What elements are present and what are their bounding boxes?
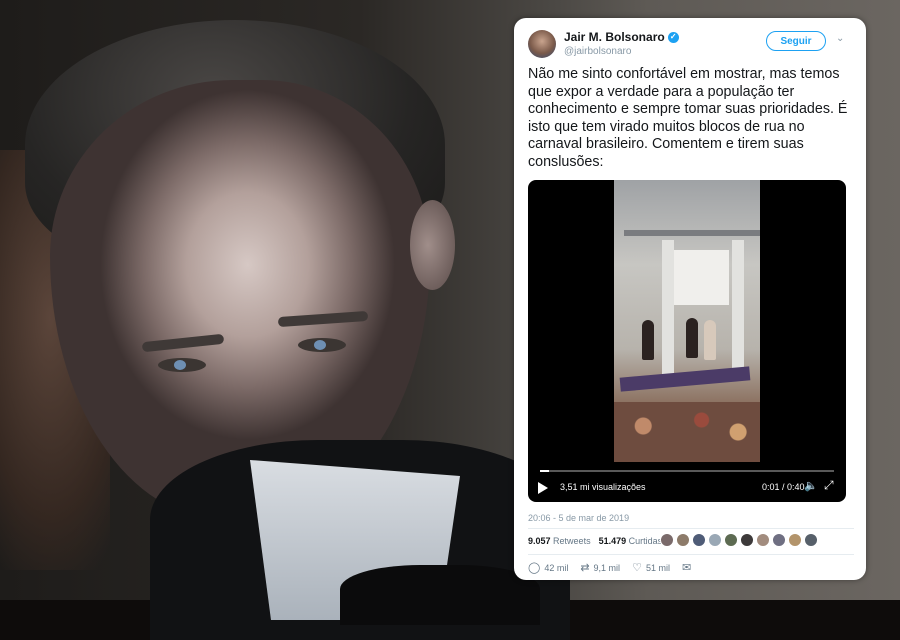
liker-avatar[interactable] xyxy=(804,533,818,547)
microphone xyxy=(340,565,540,625)
video-scene-float xyxy=(619,366,751,392)
video-scene-figure xyxy=(686,318,698,358)
likes-stat[interactable]: 51.479 Curtidas xyxy=(599,536,663,546)
video-player[interactable]: 3,51 mi visualizações 0:01 / 0:40 🔈 ⤢ xyxy=(528,180,846,502)
video-scene-window xyxy=(674,250,729,305)
chevron-down-icon[interactable]: ⌄ xyxy=(836,33,844,44)
video-scene-figure xyxy=(704,320,716,360)
author-name-row: Jair M. Bolsonaro ✓ xyxy=(564,30,679,44)
retweet-action[interactable]: ⇄ 9,1 mil xyxy=(580,561,620,574)
video-scene-crowd xyxy=(614,402,760,462)
liker-avatar[interactable] xyxy=(708,533,722,547)
divider xyxy=(528,554,854,555)
reply-count: 42 mil xyxy=(544,562,569,573)
play-icon[interactable] xyxy=(538,482,548,494)
liker-avatar[interactable] xyxy=(740,533,754,547)
likes-label: Curtidas xyxy=(628,536,663,546)
video-progress-bar[interactable] xyxy=(540,470,834,472)
liker-avatars xyxy=(660,533,818,547)
like-action[interactable]: ♡ 51 mil xyxy=(632,561,670,574)
retweets-stat[interactable]: 9.057 Retweets xyxy=(528,536,591,546)
fullscreen-icon[interactable]: ⤢ xyxy=(824,478,834,493)
liker-avatar[interactable] xyxy=(660,533,674,547)
retweet-icon: ⇄ xyxy=(580,562,590,574)
tweet-text: Não me sinto confortável em mostrar, mas… xyxy=(528,66,848,170)
portrait-brow-left xyxy=(141,333,225,353)
reply-icon: ◯ xyxy=(528,562,541,574)
video-scene-balcony xyxy=(624,230,760,236)
liker-avatar[interactable] xyxy=(772,533,786,547)
portrait-ear xyxy=(410,200,455,290)
liker-avatar[interactable] xyxy=(676,533,690,547)
retweet-count: 9,1 mil xyxy=(593,562,621,573)
author-name[interactable]: Jair M. Bolsonaro xyxy=(564,30,665,44)
avatar[interactable] xyxy=(528,30,556,58)
liker-avatar[interactable] xyxy=(724,533,738,547)
follow-button[interactable]: Seguir xyxy=(766,31,826,51)
reply-action[interactable]: ◯ 42 mil xyxy=(528,561,568,574)
video-scene-pillar xyxy=(732,240,744,380)
portrait-eye-right xyxy=(298,338,346,352)
likes-count: 51.479 xyxy=(598,536,627,546)
retweets-count: 9.057 xyxy=(528,536,551,546)
volume-icon[interactable]: 🔈 xyxy=(804,479,818,492)
tweet-stats: 9.057 Retweets 51.479 Curtidas xyxy=(528,536,662,546)
tweet-actions: ◯ 42 mil ⇄ 9,1 mil ♡ 51 mil ✉ xyxy=(528,561,691,574)
message-action[interactable]: ✉ xyxy=(682,561,691,574)
video-scene-figure xyxy=(642,320,654,360)
video-scene-pillar xyxy=(662,240,674,380)
video-time: 0:01 / 0:40 xyxy=(762,482,805,492)
liker-avatar[interactable] xyxy=(692,533,706,547)
tweet-card: Jair M. Bolsonaro ✓ @jairbolsonaro Segui… xyxy=(514,18,866,580)
tweet-timestamp[interactable]: 20:06 - 5 de mar de 2019 xyxy=(528,513,629,523)
liker-avatar[interactable] xyxy=(756,533,770,547)
verified-icon: ✓ xyxy=(667,31,679,43)
portrait-brow-right xyxy=(277,310,369,328)
video-frame xyxy=(614,180,760,462)
portrait-eye-left xyxy=(158,358,206,372)
video-views: 3,51 mi visualizações xyxy=(560,482,646,492)
message-icon: ✉ xyxy=(681,562,692,574)
heart-icon: ♡ xyxy=(632,562,642,574)
video-progress-fill xyxy=(540,470,549,472)
liker-avatar[interactable] xyxy=(788,533,802,547)
like-count: 51 mil xyxy=(645,562,670,573)
retweets-label: Retweets xyxy=(553,536,591,546)
divider xyxy=(528,528,854,529)
author-handle[interactable]: @jairbolsonaro xyxy=(564,46,631,57)
